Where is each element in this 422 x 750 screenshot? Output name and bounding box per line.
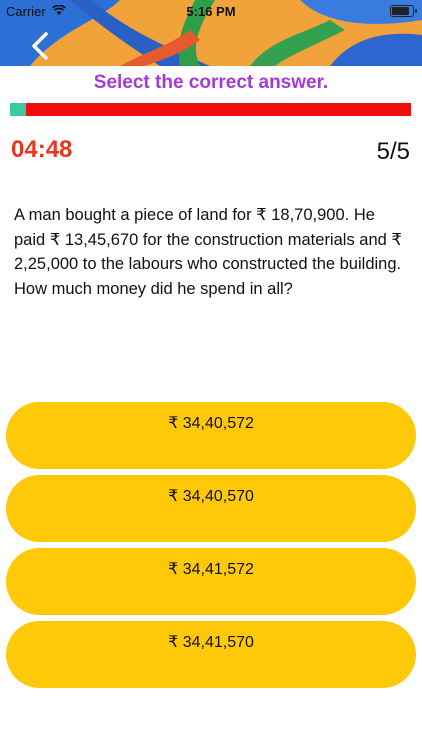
progress-bar [10, 103, 411, 116]
progress-fill [10, 103, 27, 116]
question-counter: 5/5 [376, 138, 410, 165]
answer-option[interactable]: ₹ 34,40,572 [6, 402, 416, 469]
answer-option-label: ₹ 34,40,570 [168, 488, 254, 505]
answer-option[interactable]: ₹ 34,40,570 [6, 475, 416, 542]
battery-icon [390, 5, 417, 17]
chevron-left-icon [32, 32, 48, 60]
answer-option-label: ₹ 34,40,572 [168, 415, 254, 432]
answer-option-label: ₹ 34,41,570 [168, 634, 254, 651]
header: Carrier 5:16 PM [0, 0, 422, 66]
countdown-timer: 04:48 [11, 136, 73, 163]
answer-option[interactable]: ₹ 34,41,570 [6, 621, 416, 688]
instruction-text: Select the correct answer. [93, 72, 329, 93]
back-button[interactable] [22, 28, 58, 64]
answer-option[interactable]: ₹ 34,41,572 [6, 548, 416, 615]
status-time: 5:16 PM [186, 4, 236, 19]
answer-options: ₹ 34,40,572 ₹ 34,40,570 ₹ 34,41,572 ₹ 34… [6, 402, 416, 694]
status-bar: Carrier 5:16 PM [0, 0, 422, 22]
question-text: A man bought a piece of land for ₹ 18,70… [14, 206, 402, 298]
answer-option-label: ₹ 34,41,572 [168, 561, 254, 578]
